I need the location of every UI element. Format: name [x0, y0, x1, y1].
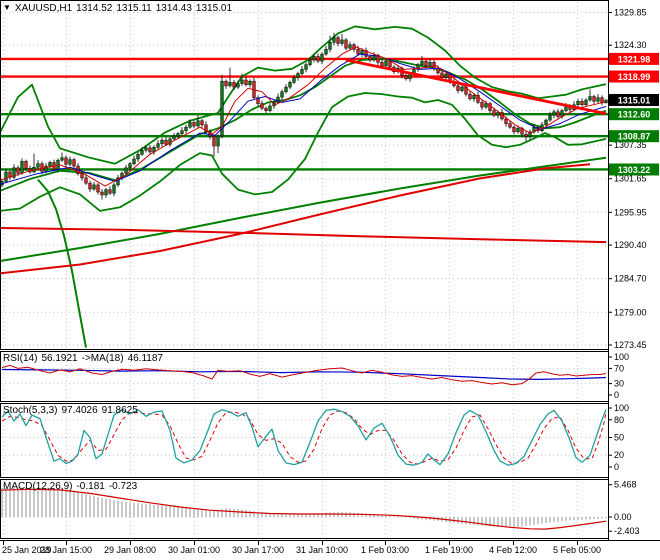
stoch-d-value: 91.8625 [101, 405, 138, 416]
symbol-period-label: XAUUSD,H1 [14, 3, 73, 14]
macd-signal-value: -0.723 [108, 481, 138, 492]
macd-name: MACD(12,26,9) [3, 481, 73, 492]
quote-high: 1315.11 [116, 3, 152, 14]
chart-canvas[interactable]: 1329.851324.301307.351301.651295.951290.… [0, 0, 660, 560]
stoch-panel-label: Stoch(5,3,3) 97.4026 91.8625 [3, 405, 142, 416]
svg-text:1315.01: 1315.01 [618, 95, 651, 105]
svg-text:31 Jan 10:00: 31 Jan 10:00 [296, 545, 348, 555]
quote-low: 1314.43 [155, 3, 192, 14]
dropdown-triangle-icon[interactable]: ▼ [3, 2, 11, 13]
svg-text:30 Jan 01:00: 30 Jan 01:00 [168, 545, 220, 555]
svg-text:30 Jan 17:00: 30 Jan 17:00 [232, 545, 284, 555]
svg-text:1284.70: 1284.70 [614, 274, 647, 284]
chart-title-bar: ▼ XAUUSD,H1 1314.52 1315.11 1314.43 1315.01 [3, 3, 236, 14]
svg-text:1279.00: 1279.00 [614, 307, 647, 317]
rsi-ma-value: 46.1187 [127, 353, 163, 364]
svg-text:-2.403: -2.403 [614, 526, 640, 536]
svg-text:20: 20 [614, 450, 624, 460]
svg-text:1329.85: 1329.85 [614, 8, 647, 18]
svg-text:1273.45: 1273.45 [614, 340, 647, 350]
svg-text:5.468: 5.468 [614, 480, 637, 490]
svg-text:30: 30 [614, 379, 624, 389]
stoch-k-value: 97.4026 [61, 405, 98, 416]
svg-text:1324.30: 1324.30 [614, 40, 647, 50]
svg-text:1 Feb 19:00: 1 Feb 19:00 [425, 545, 473, 555]
svg-text:80: 80 [614, 415, 624, 425]
svg-text:0: 0 [614, 462, 619, 472]
svg-text:0: 0 [614, 390, 619, 400]
svg-text:5 Feb 05:00: 5 Feb 05:00 [553, 545, 601, 555]
rsi-panel-label: RSI(14) 56.1921 ->MA(18) 46.1187 [3, 353, 167, 364]
svg-text:1318.99: 1318.99 [618, 72, 651, 82]
svg-text:1290.40: 1290.40 [614, 240, 647, 250]
quote-close: 1315.01 [195, 3, 233, 14]
svg-text:1321.98: 1321.98 [618, 54, 651, 64]
macd-panel-label: MACD(12,26,9) -0.181 -0.723 [3, 481, 141, 492]
quote-open: 1314.52 [76, 3, 113, 14]
svg-text:70: 70 [614, 363, 624, 373]
rsi-value: 56.1921 [41, 353, 78, 364]
svg-text:4 Feb 12:00: 4 Feb 12:00 [489, 545, 537, 555]
svg-text:1308.87: 1308.87 [618, 132, 651, 142]
svg-text:1295.95: 1295.95 [614, 207, 647, 217]
rsi-ma-name: ->MA(18) [81, 353, 124, 364]
stoch-name: Stoch(5,3,3) [3, 405, 58, 416]
svg-text:100: 100 [614, 352, 629, 362]
svg-text:28 Jan 15:00: 28 Jan 15:00 [40, 545, 92, 555]
svg-text:1303.22: 1303.22 [618, 165, 651, 175]
svg-text:0.00: 0.00 [614, 512, 632, 522]
svg-text:50: 50 [614, 433, 624, 443]
rsi-name: RSI(14) [3, 353, 38, 364]
chart-window: 1329.85 1324.30 1307.35 1301.65 1295.95 1290.… [0, 0, 660, 560]
svg-text:1312.60: 1312.60 [618, 110, 651, 120]
macd-value: -0.181 [76, 481, 105, 492]
svg-text:100: 100 [614, 403, 629, 413]
svg-text:29 Jan 08:00: 29 Jan 08:00 [104, 545, 156, 555]
svg-text:1 Feb 03:00: 1 Feb 03:00 [361, 545, 409, 555]
